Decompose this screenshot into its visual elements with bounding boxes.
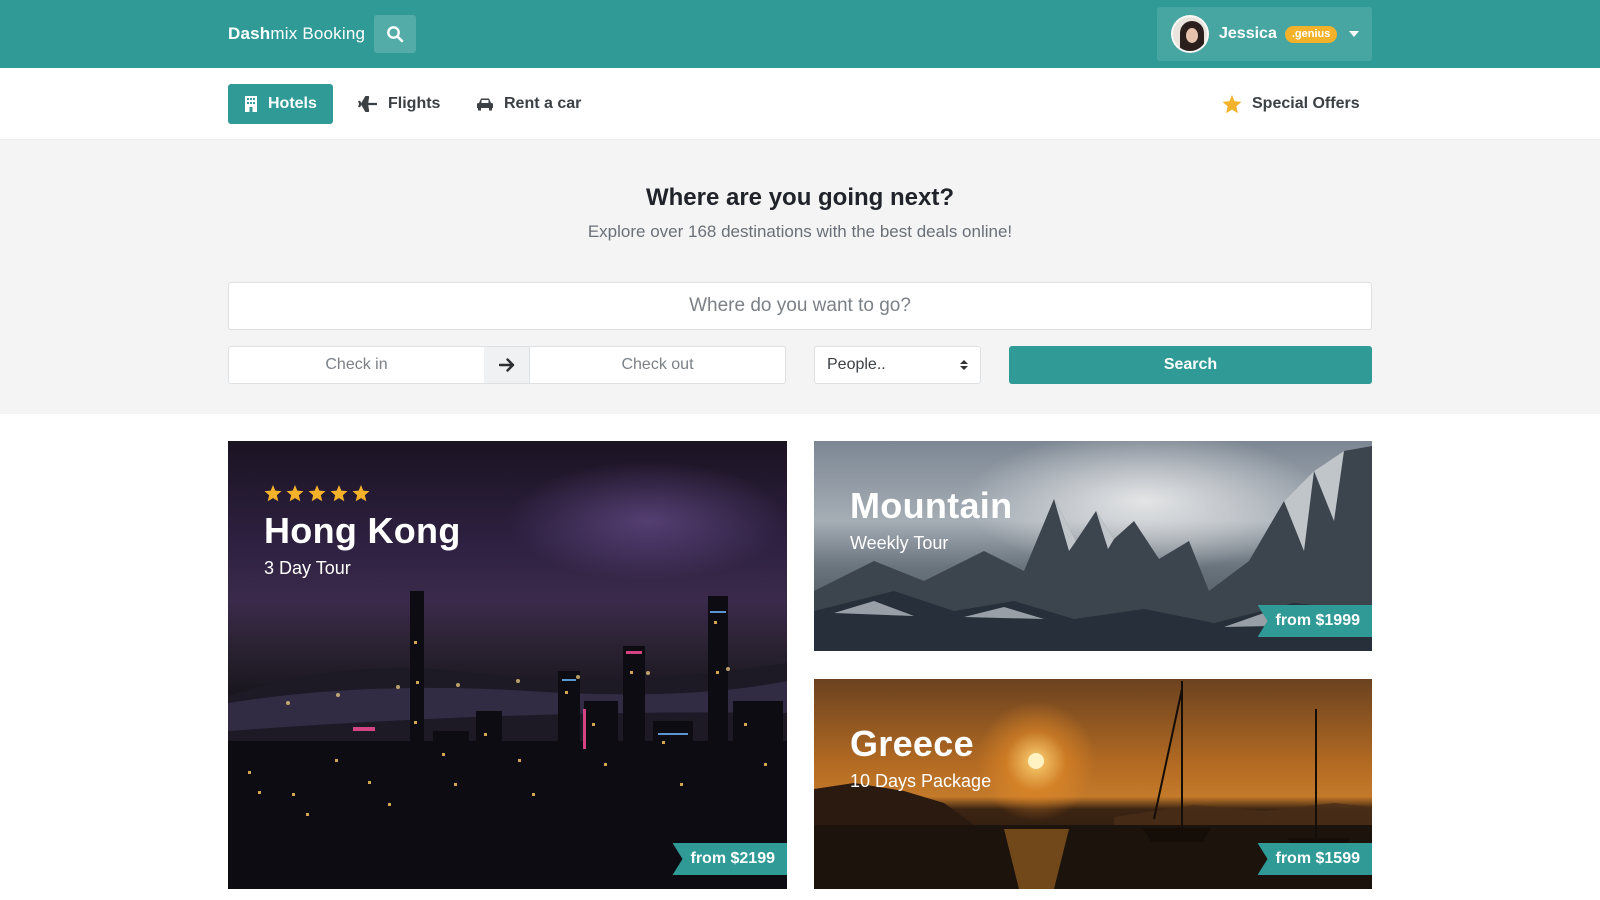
search-button[interactable]: Search: [1009, 346, 1372, 384]
card-title: Hong Kong: [264, 510, 461, 551]
card-title: Greece: [850, 723, 974, 764]
card-subtitle: 3 Day Tour: [264, 558, 351, 578]
star-icon: [1222, 94, 1242, 113]
nav-item-special-offers[interactable]: Special Offers: [1206, 84, 1376, 124]
tour-card-greece[interactable]: Greece 10 Days Package from $1599: [814, 679, 1372, 889]
hero-subtitle: Explore over 168 destinations with the b…: [587, 222, 1013, 241]
plane-icon: [358, 96, 377, 112]
main-nav: Hotels Flights Rent a car Special Offers: [0, 68, 1600, 140]
price-tag: from $2199: [672, 843, 787, 875]
hero-title: Where are you going next?: [645, 184, 955, 211]
card-title: Mountain: [850, 485, 1013, 526]
car-icon: [477, 98, 493, 111]
check-out-input[interactable]: [529, 346, 786, 384]
nav-label-special-offers: Special Offers: [1252, 95, 1360, 112]
star-icon: [264, 485, 282, 502]
top-header: Dashmix Booking Jessica .genius: [0, 0, 1600, 68]
header-search-button[interactable]: [374, 15, 416, 53]
date-range-arrow: [484, 346, 530, 384]
star-icon: [308, 485, 326, 502]
brand-name-bold: Dash: [228, 24, 271, 43]
nav-label-hotels: Hotels: [268, 95, 317, 112]
genius-badge: .genius: [1284, 25, 1338, 43]
nav-item-flights[interactable]: Flights: [342, 84, 456, 124]
brand-logo[interactable]: Dashmix Booking: [228, 22, 365, 46]
price-tag: from $1999: [1257, 605, 1372, 637]
hotel-icon: [245, 96, 257, 112]
brand-name-rest: mix Booking: [270, 24, 366, 43]
nav-item-hotels[interactable]: Hotels: [228, 84, 333, 124]
chevron-down-icon: [1349, 31, 1360, 37]
nav-label-flights: Flights: [388, 95, 441, 112]
nav-item-rent-a-car[interactable]: Rent a car: [460, 84, 597, 124]
avatar: [1171, 15, 1209, 53]
arrow-right-icon: [499, 358, 515, 372]
rating-stars: [264, 485, 461, 502]
card-subtitle: Weekly Tour: [850, 533, 949, 553]
nav-label-rent-a-car: Rent a car: [504, 95, 582, 112]
user-name: Jessica: [1219, 25, 1277, 42]
user-menu-dropdown[interactable]: Jessica .genius: [1157, 7, 1372, 61]
people-select[interactable]: People..: [814, 346, 981, 384]
tour-card-hong-kong[interactable]: Hong Kong 3 Day Tour from $2199: [228, 441, 787, 889]
star-icon: [330, 485, 348, 502]
price-tag: from $1599: [1257, 843, 1372, 875]
card-subtitle: 10 Days Package: [850, 771, 992, 791]
tour-card-mountain[interactable]: Mountain Weekly Tour from $1999: [814, 441, 1372, 651]
destination-input[interactable]: [228, 282, 1372, 330]
select-arrows-icon: [960, 360, 968, 370]
search-hero: Where are you going next? Explore over 1…: [0, 140, 1600, 414]
star-icon: [352, 485, 370, 502]
star-icon: [286, 485, 304, 502]
check-in-input[interactable]: [228, 346, 485, 384]
search-icon: [387, 26, 404, 43]
people-select-value: People..: [827, 356, 886, 373]
